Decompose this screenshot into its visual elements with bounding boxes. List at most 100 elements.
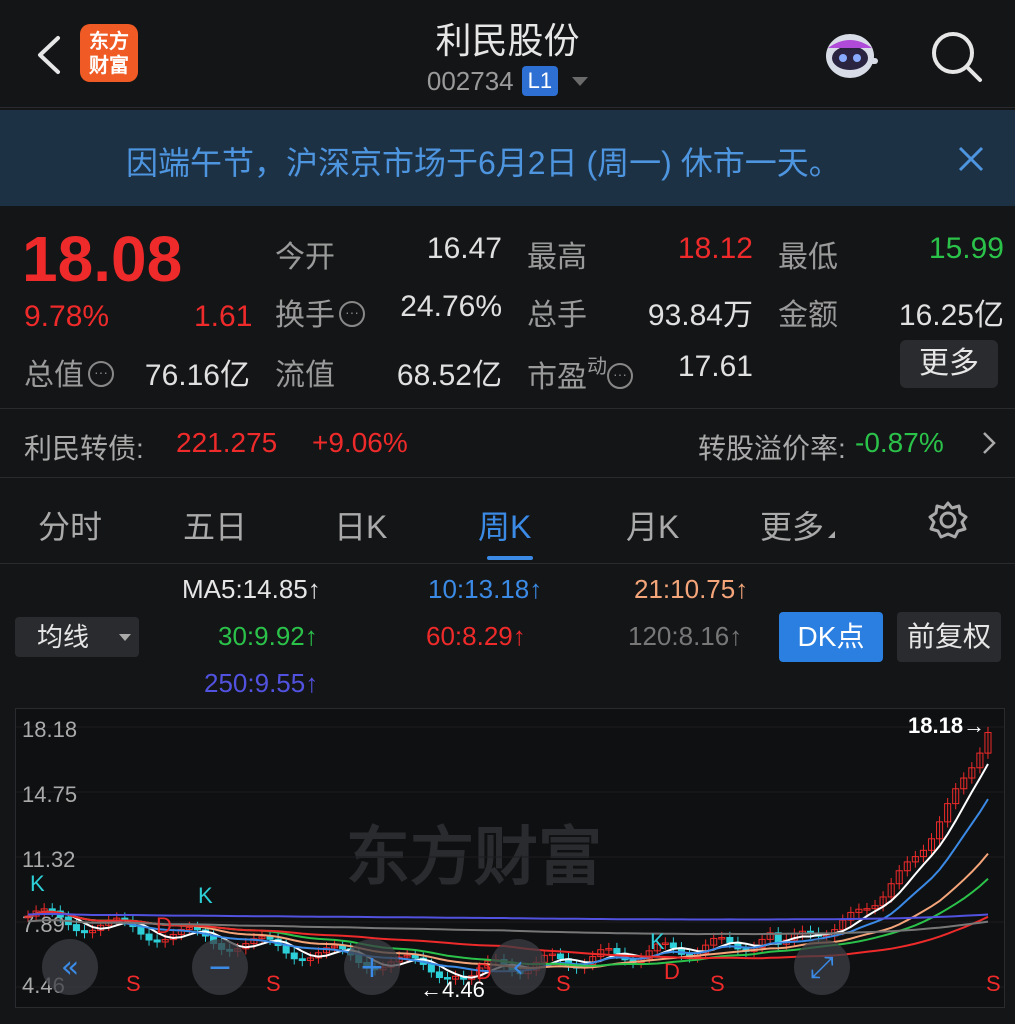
bond-change: +9.06% — [312, 427, 408, 458]
candle-body — [72, 924, 80, 932]
volume-value: 93.84万 — [647, 299, 753, 332]
gear-icon[interactable] — [928, 500, 968, 540]
low-value: 15.99 — [928, 232, 1004, 265]
fullscreen-icon[interactable]: ⤢ — [810, 950, 834, 985]
y-tick-label: 14.75 — [22, 782, 77, 807]
candle-body — [669, 942, 677, 949]
ma250-legend: 250:9.55↑ — [204, 668, 319, 698]
robot-assistant-icon[interactable] — [822, 28, 880, 82]
level-badge: L1 — [521, 66, 559, 96]
y-tick-label: 11.32 — [22, 847, 75, 872]
pe-label-text: 市盈 — [527, 361, 587, 394]
stock-code: 002734 — [426, 66, 514, 96]
more-info-icon[interactable]: ··· — [88, 361, 114, 387]
zoom-in-icon[interactable]: + — [359, 950, 384, 985]
candle-body — [80, 930, 89, 934]
holiday-notice[interactable]: 因端午节，沪深京市场于6月2日 (周一) 休市一天。 — [0, 110, 1015, 206]
float-label: 流值 — [275, 359, 335, 392]
signal-label: K — [198, 883, 213, 908]
candle-body — [411, 954, 419, 959]
dk-point-button[interactable]: DK点 — [779, 612, 883, 662]
signal-label: K — [30, 871, 45, 896]
caret-icon — [828, 531, 836, 538]
ma-selector[interactable]: 均线 — [15, 617, 139, 657]
signal-label: S — [266, 971, 281, 996]
open-value: 16.47 — [426, 232, 502, 265]
turnover-label: 换手 ··· — [275, 290, 365, 334]
signal-label: D — [156, 913, 172, 938]
candle-body — [48, 908, 56, 912]
kline-chart[interactable]: 东方财富 18.18 14.75 11.32 7.89 4.46 18.18→ ←4.46 K… — [15, 708, 1005, 1008]
quote-panel: 18.08 9.78% 1.61 今开 16.47 最高 18.12 最低 15… — [0, 208, 1015, 406]
convertible-bond-row[interactable]: 利民转债: 221.275 +9.06% 转股溢价率: -0.87% — [0, 408, 1015, 478]
signal-label: D — [476, 959, 492, 984]
mktcap-label-text: 总值 — [24, 359, 84, 392]
tab-more-label: 更多 — [760, 509, 825, 545]
pe-label: 市盈动 ··· — [527, 350, 633, 396]
bond-name: 利民转债: — [24, 433, 144, 464]
ma250-line — [27, 912, 989, 921]
candle-body — [282, 944, 290, 954]
tab-daily-k[interactable]: 日K — [334, 502, 387, 548]
tab-intraday[interactable]: 分时 — [38, 502, 102, 548]
pan-left-icon[interactable]: « — [61, 950, 79, 985]
signal-label: S — [710, 971, 725, 996]
tab-five-day[interactable]: 五日 — [183, 502, 247, 548]
notice-text: 因端午节，沪深京市场于6月2日 (周一) 休市一天。 — [126, 145, 841, 181]
signal-label: S — [126, 971, 141, 996]
tab-more[interactable]: 更多 — [760, 502, 836, 548]
chevron-right-icon — [983, 432, 996, 454]
pe-value: 17.61 — [677, 350, 753, 383]
premium-label: 转股溢价率: — [698, 433, 846, 464]
candle-body — [193, 926, 201, 931]
high-label: 最高 — [527, 241, 587, 274]
candle-body — [266, 936, 274, 940]
active-tab-indicator — [487, 556, 533, 560]
ma5-legend: MA5:14.85↑ — [182, 574, 321, 604]
tab-monthly-k[interactable]: 月K — [626, 502, 679, 548]
high-value: 18.12 — [677, 232, 753, 265]
more-info-icon[interactable]: ··· — [607, 363, 633, 389]
current-price: 18.08 — [22, 223, 183, 295]
zoom-out-icon[interactable]: − — [207, 950, 232, 985]
chevron-down-icon — [572, 77, 589, 86]
low-label: 最低 — [778, 241, 838, 274]
ma60-legend: 60:8.29↑ — [426, 621, 526, 651]
open-label: 今开 — [275, 241, 335, 274]
candle-body — [427, 963, 435, 973]
chart-period-tabs: 分时 五日 日K 周K 月K 更多 — [0, 480, 1015, 564]
change-amount: 1.61 — [194, 300, 253, 333]
close-icon[interactable] — [958, 146, 984, 172]
ma21-legend: 21:10.75↑ — [634, 574, 749, 604]
float-value: 68.52亿 — [396, 359, 502, 392]
tab-weekly-k[interactable]: 周K — [478, 502, 531, 548]
y-tick-label: 18.18 — [22, 717, 77, 742]
forward-adjust-button[interactable]: 前复权 — [897, 612, 1001, 662]
amount-value: 16.25亿 — [898, 299, 1004, 332]
search-icon[interactable] — [928, 28, 984, 84]
candle-body — [153, 939, 161, 943]
signal-label: K — [650, 929, 665, 954]
candle-body — [339, 945, 347, 950]
kline-svg: 东方财富 18.1814.7511.327.894.4618.18→←4.46K… — [16, 713, 1004, 1002]
more-info-icon[interactable]: ··· — [339, 301, 365, 327]
candle-body — [290, 952, 298, 960]
candle-body — [556, 953, 564, 960]
bond-price: 221.275 — [176, 427, 278, 458]
candle-body — [613, 948, 621, 954]
premium-value: -0.87% — [855, 427, 944, 458]
ma10-legend: 10:13.18↑ — [428, 574, 543, 604]
ma-selector-label: 均线 — [37, 622, 90, 652]
top-header: 东方 财富 利民股份 002734 L1 — [0, 0, 1015, 108]
candle-body — [726, 936, 734, 943]
bottom-indicator-bar — [0, 1008, 1015, 1024]
more-quote-button[interactable]: 更多 — [900, 340, 998, 388]
amount-label: 金额 — [778, 299, 838, 332]
candle-body — [145, 933, 153, 941]
max-price-label: 18.18→ — [908, 713, 985, 738]
ma30-legend: 30:9.92↑ — [218, 621, 318, 651]
prev-icon[interactable]: ‹ — [512, 950, 524, 985]
turnover-label-text: 换手 — [275, 299, 335, 332]
ma120-legend: 120:8.16↑ — [628, 621, 743, 651]
candle-body — [298, 958, 306, 962]
